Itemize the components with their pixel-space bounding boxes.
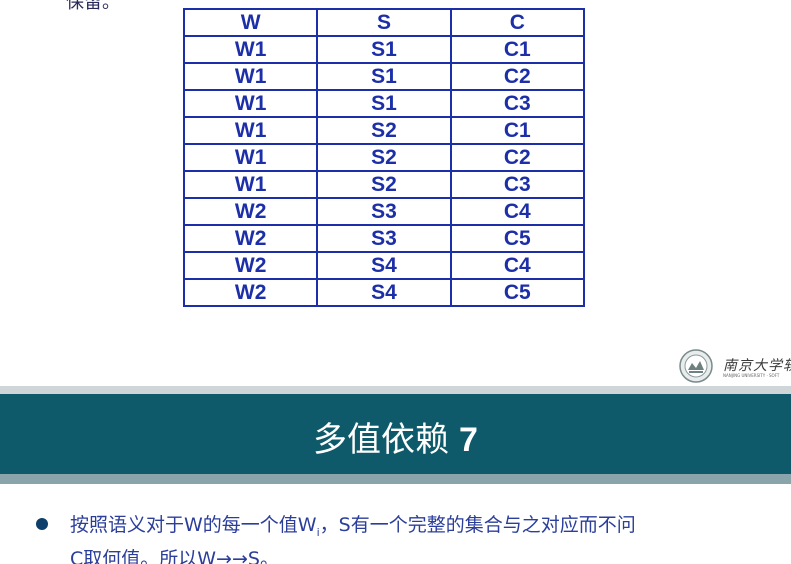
table-cell: S4	[316, 251, 452, 280]
bullet-line1-before: 按照语义对于W的每一个值W	[70, 514, 317, 536]
table-cell: S1	[316, 89, 452, 118]
table-cell: S3	[316, 224, 452, 253]
university-seal-icon	[679, 349, 713, 383]
table-cell: W2	[182, 224, 319, 253]
table-cell: W2	[182, 278, 319, 307]
header-w: W	[182, 8, 319, 37]
table-cell: S2	[316, 143, 452, 172]
table-cell: S1	[316, 35, 452, 64]
table-cell: W2	[182, 197, 319, 226]
table-cell: W1	[182, 62, 319, 91]
divider-band-bottom	[0, 474, 791, 484]
table-cell: W1	[182, 116, 319, 145]
bullet-line2: C取何值。所以W→→S。	[70, 547, 279, 564]
table-cell: W1	[182, 89, 319, 118]
table-row: W2 S4 C4	[182, 251, 586, 280]
table-cell: S3	[316, 197, 452, 226]
table-cell: S4	[316, 278, 452, 307]
slide: 保留。 W S C W1 S1 C1 W1 S1 C2 W1 S1 C3 W1 S2 C1 W1 S2 C2…	[0, 0, 791, 564]
table-row: W2 S3 C5	[182, 224, 586, 253]
table-cell: W1	[182, 170, 319, 199]
divider-band-light	[0, 386, 791, 394]
table-row: W1 S2 C2	[182, 143, 586, 172]
bullet-text: 按照语义对于W的每一个值Wi，S有一个完整的集合与之对应而不问 C取何值。所以W…	[70, 512, 786, 564]
table-cell: C5	[449, 224, 586, 253]
relation-table: W S C W1 S1 C1 W1 S1 C2 W1 S1 C3 W1 S2 C1 W1 S2 C2 W1 S2…	[182, 8, 586, 307]
table-cell: W1	[182, 35, 319, 64]
slide-title: 多值依赖 7	[0, 412, 791, 461]
table-cell: C3	[449, 170, 586, 199]
table-row: W2 S3 C4	[182, 197, 586, 226]
table-cell: S2	[316, 170, 452, 199]
table-row: W1 S2 C3	[182, 170, 586, 199]
table-row: W2 S4 C5	[182, 278, 586, 307]
table-cell: C4	[449, 197, 586, 226]
table-cell: C5	[449, 278, 586, 307]
table-row: W1 S1 C3	[182, 89, 586, 118]
slide-title-number: 7	[459, 421, 478, 459]
logo-text: 南京大学软	[723, 358, 791, 374]
top-cutoff-text: 保留。	[66, 0, 120, 13]
table-cell: W2	[182, 251, 319, 280]
table-cell: S1	[316, 62, 452, 91]
table-cell: C2	[449, 143, 586, 172]
header-s: S	[316, 8, 452, 37]
table-row: W1 S1 C2	[182, 62, 586, 91]
slide-title-text: 多值依赖	[313, 420, 450, 460]
table-row: W1 S2 C1	[182, 116, 586, 145]
header-c: C	[449, 8, 586, 37]
table-cell: C2	[449, 62, 586, 91]
bullet-line1-after: ，S有一个完整的集合与之对应而不问	[319, 514, 636, 536]
table-cell: C4	[449, 251, 586, 280]
bullet-dot-icon	[36, 518, 48, 530]
table-cell: C3	[449, 89, 586, 118]
table-header-row: W S C	[182, 8, 586, 37]
table-cell: C1	[449, 116, 586, 145]
table-row: W1 S1 C1	[182, 35, 586, 64]
table-cell: C1	[449, 35, 586, 64]
table-cell: S2	[316, 116, 452, 145]
table-cell: W1	[182, 143, 319, 172]
logo-subtext: NANJING UNIVERSITY · SOFT	[723, 373, 780, 378]
university-logo: 南京大学软 NANJING UNIVERSITY · SOFT	[679, 349, 791, 383]
